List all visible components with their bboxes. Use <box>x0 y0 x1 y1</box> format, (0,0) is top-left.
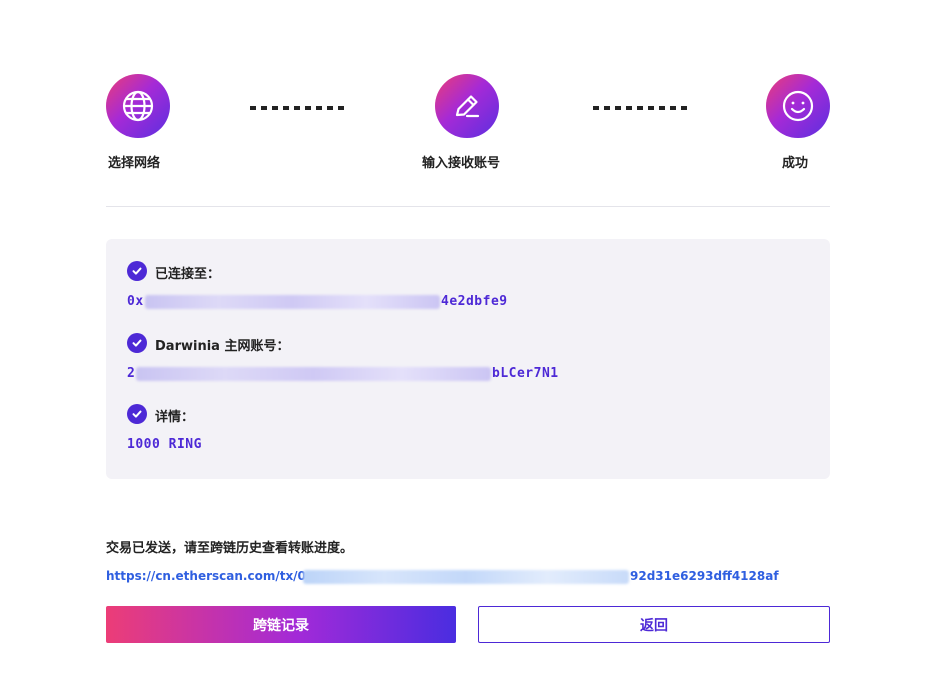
detail-label: 详情： <box>155 410 195 425</box>
divider <box>106 206 830 207</box>
redacted-tx-hash <box>303 570 629 584</box>
connected-address-prefix: 0x <box>127 294 144 309</box>
redacted-address <box>145 295 440 309</box>
redacted-account <box>136 367 491 381</box>
etherscan-tx-link[interactable]: https://cn.etherscan.com/tx/0x 92d31e629… <box>106 568 779 586</box>
connected-address-suffix: 4e2dbfe9 <box>441 294 508 309</box>
step-label-enter-account: 输入接收账号 <box>422 156 501 171</box>
check-icon <box>127 404 147 424</box>
step-label-success: 成功 <box>782 156 809 171</box>
tx-link-suffix: 92d31e6293dff4128af <box>630 569 779 583</box>
check-icon <box>127 261 147 281</box>
account-address-prefix: 2 <box>127 366 136 381</box>
cross-chain-history-button[interactable]: 跨链记录 <box>106 606 456 643</box>
step-connector <box>250 106 345 110</box>
account-address-suffix: bLCer7N1 <box>492 366 559 381</box>
step-label-select-network: 选择网络 <box>108 156 161 171</box>
globe-icon <box>106 74 170 138</box>
check-icon <box>127 333 147 353</box>
back-button[interactable]: 返回 <box>478 606 830 643</box>
account-label: Darwinia 主网账号： <box>155 339 290 354</box>
step-connector <box>593 106 688 110</box>
detail-amount: 1000 RING <box>127 437 202 452</box>
smile-icon <box>766 74 830 138</box>
connected-label: 已连接至： <box>155 267 221 282</box>
pencil-icon <box>435 74 499 138</box>
tx-link-prefix: https://cn.etherscan.com/tx/0x <box>106 569 314 583</box>
sent-notice: 交易已发送，请至跨链历史查看转账进度。 <box>106 541 354 556</box>
